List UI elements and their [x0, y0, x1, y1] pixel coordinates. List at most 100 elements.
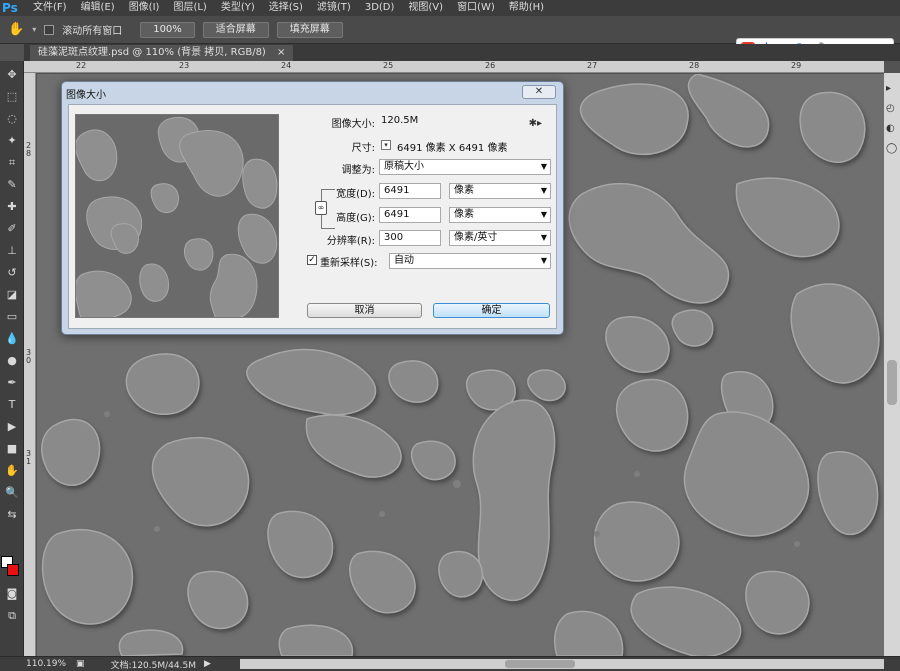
fill-screen-button[interactable]: 填充屏幕: [276, 21, 343, 38]
document-tab-label: 硅藻泥斑点纹理.psd @ 110% (背景 拷贝, RGB/8): [38, 47, 266, 58]
vertical-ruler: 2 8 3 0 3 1: [24, 73, 36, 656]
resolution-unit-select[interactable]: 像素/英寸 ▼: [449, 230, 551, 246]
height-input[interactable]: 6491: [379, 207, 441, 223]
width-unit-select[interactable]: 像素 ▼: [449, 183, 551, 199]
dimensions-value: 6491 像素 X 6491 像素: [397, 143, 508, 154]
quick-mask-icon[interactable]: ◙: [3, 586, 21, 602]
image-size-value: 120.5M: [381, 115, 419, 126]
marquee-tool-icon[interactable]: ⬚: [3, 89, 21, 105]
chevron-down-icon[interactable]: ▾: [32, 25, 36, 34]
lasso-tool-icon[interactable]: ◌: [3, 111, 21, 127]
dimensions-unit-dropdown[interactable]: ▾: [381, 140, 391, 150]
screen-mode-icon[interactable]: ⧉: [3, 608, 21, 624]
zoom-100-button[interactable]: 100%: [140, 21, 195, 38]
panel-icon[interactable]: ▸: [886, 83, 891, 94]
horizontal-scroll-thumb[interactable]: [505, 660, 575, 668]
move-tool-icon[interactable]: ✥: [3, 67, 21, 83]
menu-edit[interactable]: 编辑(E): [74, 0, 122, 16]
status-bar: 110.19% ▣ 文档:120.5M/44.5M ▶: [0, 656, 900, 671]
stamp-tool-icon[interactable]: ⊥: [3, 243, 21, 259]
pen-tool-icon[interactable]: ✒: [3, 375, 21, 391]
width-input[interactable]: 6491: [379, 183, 441, 199]
panel-icon[interactable]: ◯: [886, 143, 897, 154]
hand-tool-icon[interactable]: ✋: [8, 22, 24, 37]
dodge-tool-icon[interactable]: ●: [3, 353, 21, 369]
gear-icon[interactable]: ✱▸: [529, 118, 542, 129]
fit-to-value: 原稿大小: [384, 161, 424, 172]
magic-wand-tool-icon[interactable]: ✦: [3, 133, 21, 149]
brush-tool-icon[interactable]: ✐: [3, 221, 21, 237]
scroll-all-checkbox[interactable]: [44, 24, 55, 35]
image-preview[interactable]: [75, 114, 279, 318]
menu-image[interactable]: 图像(I): [122, 0, 167, 16]
eraser-tool-icon[interactable]: ◪: [3, 287, 21, 303]
ruler-tick: 29: [791, 61, 802, 70]
menu-layer[interactable]: 图层(L): [166, 0, 213, 16]
menu-help[interactable]: 帮助(H): [502, 0, 551, 16]
status-menu-arrow-icon[interactable]: ▶: [204, 659, 211, 669]
ok-button[interactable]: 确定: [433, 303, 550, 318]
status-icon: ▣: [76, 659, 85, 669]
hand-tool-icon[interactable]: ✋: [3, 463, 21, 479]
rectangle-tool-icon[interactable]: ■: [3, 441, 21, 457]
app-logo: Ps: [2, 1, 18, 15]
resolution-input[interactable]: 300: [379, 230, 441, 246]
menu-view[interactable]: 视图(V): [401, 0, 450, 16]
menu-filter[interactable]: 滤镜(T): [310, 0, 358, 16]
chevron-down-icon: ▼: [540, 186, 547, 195]
swap-colors-icon[interactable]: ⇆: [3, 507, 21, 523]
menu-type[interactable]: 类型(Y): [214, 0, 262, 16]
history-brush-tool-icon[interactable]: ↺: [3, 265, 21, 281]
horizontal-ruler: 22 23 24 25 26 27 28 29: [24, 61, 884, 73]
path-select-tool-icon[interactable]: ▶: [3, 419, 21, 435]
chevron-down-icon: ▼: [540, 256, 547, 265]
zoom-level[interactable]: 110.19%: [26, 659, 66, 669]
panel-icon[interactable]: ◴: [886, 103, 895, 114]
panel-icon[interactable]: ◐: [886, 123, 895, 134]
height-unit-select[interactable]: 像素 ▼: [449, 207, 551, 223]
ruler-tick: 24: [281, 61, 292, 70]
document-size: 文档:120.5M/44.5M: [110, 660, 196, 671]
close-tab-icon[interactable]: ×: [277, 47, 285, 58]
resample-select[interactable]: 自动 ▼: [389, 253, 551, 269]
ruler-tick: 1: [26, 457, 32, 466]
width-label: 宽度(D):: [336, 189, 375, 200]
width-unit-value: 像素: [454, 185, 474, 196]
resolution-unit-value: 像素/英寸: [454, 232, 498, 243]
ruler-tick: 27: [587, 61, 598, 70]
zoom-tool-icon[interactable]: 🔍: [3, 485, 21, 501]
resample-value: 自动: [394, 255, 414, 266]
crop-tool-icon[interactable]: ⌗: [3, 155, 21, 171]
ruler-tick: 22: [76, 61, 87, 70]
ruler-tick: 25: [383, 61, 394, 70]
height-label: 高度(G):: [336, 213, 375, 224]
chevron-down-icon: ▼: [540, 210, 547, 219]
dimensions-label: 尺寸:: [351, 143, 375, 154]
ruler-tick: 0: [26, 356, 32, 365]
menu-3d[interactable]: 3D(D): [358, 0, 402, 16]
document-tab[interactable]: 硅藻泥斑点纹理.psd @ 110% (背景 拷贝, RGB/8) ×: [30, 45, 294, 61]
resample-checkbox[interactable]: ✓: [307, 255, 317, 265]
ruler-tick: 26: [485, 61, 496, 70]
blur-tool-icon[interactable]: 💧: [3, 331, 21, 347]
image-size-label: 图像大小:: [331, 119, 375, 130]
menu-window[interactable]: 窗口(W): [450, 0, 502, 16]
fit-to-select[interactable]: 原稿大小 ▼: [379, 159, 551, 175]
background-color-swatch[interactable]: [7, 564, 19, 576]
height-unit-value: 像素: [454, 209, 474, 220]
menu-file[interactable]: 文件(F): [26, 0, 74, 16]
document-tabbar: 硅藻泥斑点纹理.psd @ 110% (背景 拷贝, RGB/8) ×: [24, 44, 900, 61]
fit-screen-button[interactable]: 适合屏幕: [202, 21, 269, 38]
horizontal-scrollbar[interactable]: [240, 659, 884, 669]
cancel-button[interactable]: 取消: [307, 303, 422, 318]
dialog-close-button[interactable]: ✕: [522, 85, 556, 99]
image-size-dialog: 图像大小 ✕ 图像大小: 120.5M ✱▸ 尺寸: ▾ 6491 像素 X 6…: [61, 81, 564, 335]
healing-brush-tool-icon[interactable]: ✚: [3, 199, 21, 215]
eyedropper-tool-icon[interactable]: ✎: [3, 177, 21, 193]
menu-select[interactable]: 选择(S): [262, 0, 310, 16]
gradient-tool-icon[interactable]: ▭: [3, 309, 21, 325]
ruler-tick: 8: [26, 149, 32, 158]
ruler-tick: 23: [179, 61, 190, 70]
chevron-down-icon: ▼: [540, 233, 547, 242]
type-tool-icon[interactable]: T: [3, 397, 21, 413]
